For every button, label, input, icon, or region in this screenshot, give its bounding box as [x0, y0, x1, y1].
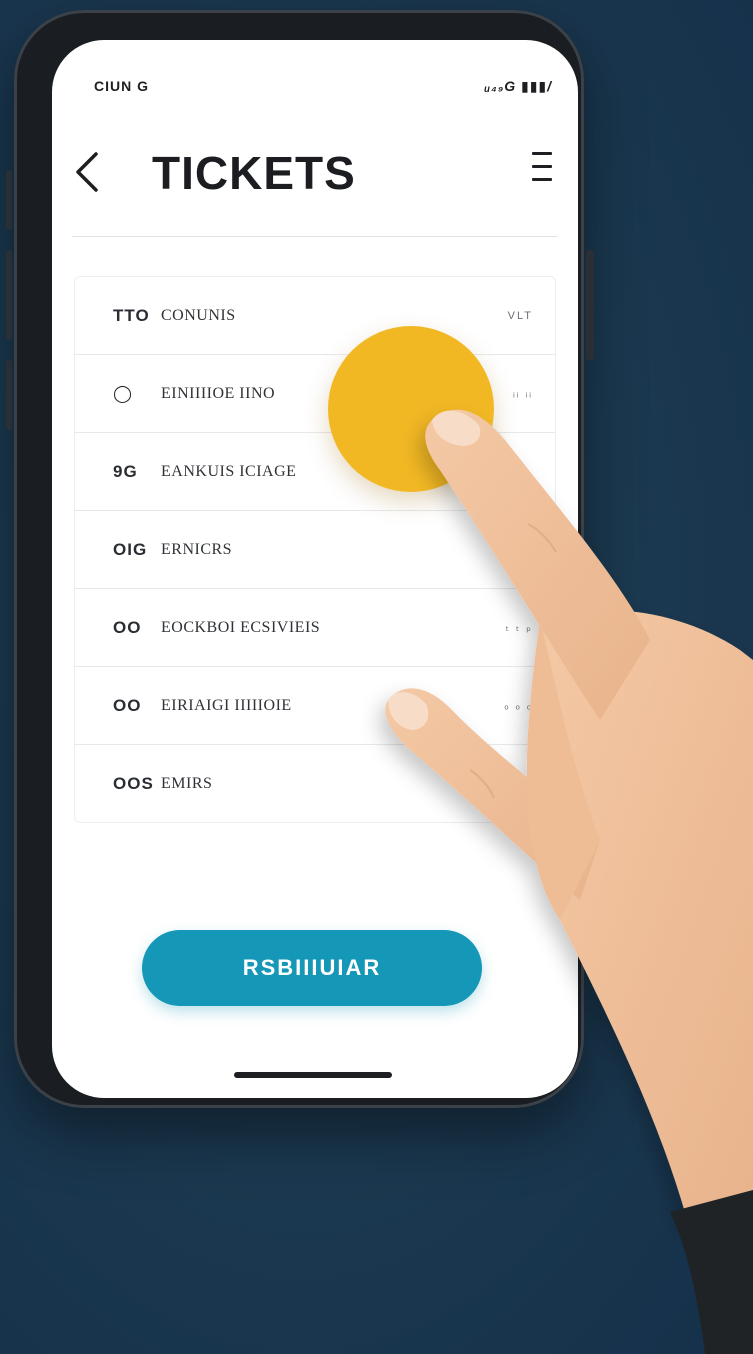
sleeve: [670, 1190, 753, 1354]
hand-shape: [385, 409, 753, 1230]
hand-illustration: [385, 409, 753, 1354]
